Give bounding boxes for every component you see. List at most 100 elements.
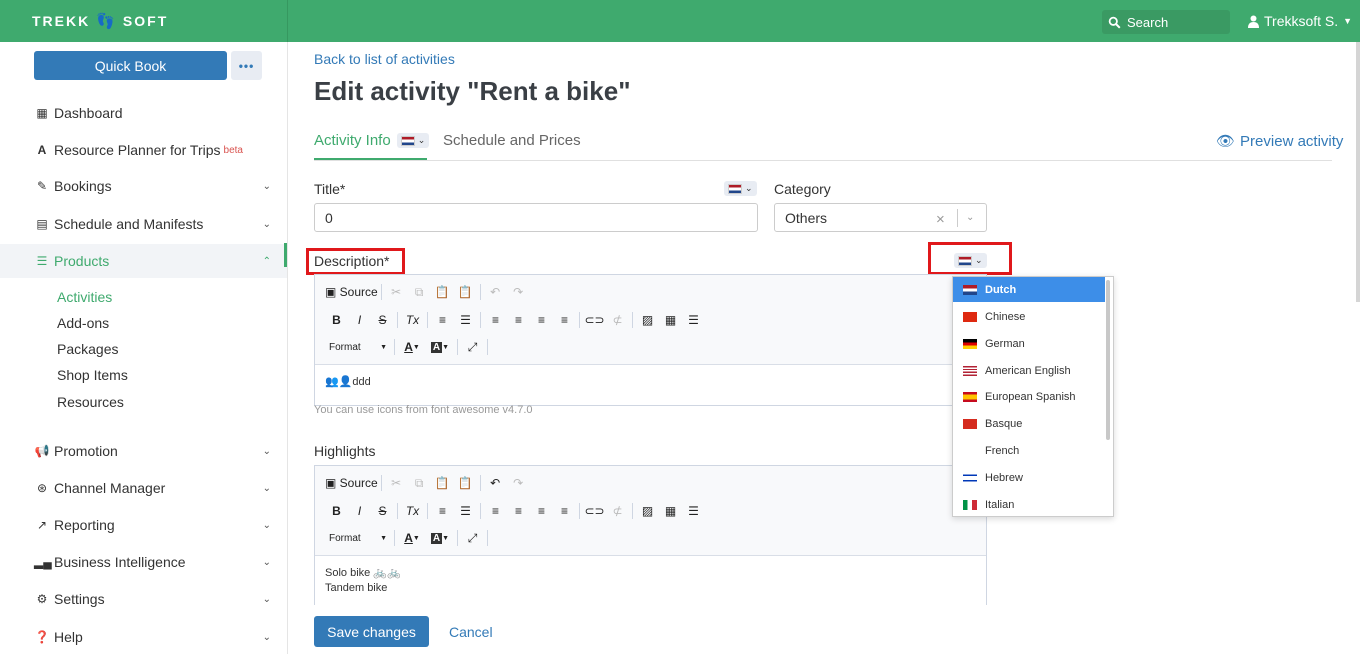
- justify-icon[interactable]: ≡: [553, 500, 576, 522]
- sidebar-subitem-activities[interactable]: Activities: [57, 289, 112, 305]
- cut-icon[interactable]: ✂: [385, 281, 408, 303]
- language-option-italian[interactable]: Italian: [953, 492, 1105, 516]
- sidebar-subitem-shop-items[interactable]: Shop Items: [57, 367, 128, 383]
- cancel-link[interactable]: Cancel: [449, 624, 493, 640]
- text-color-icon[interactable]: A ▼: [398, 336, 426, 358]
- remove-format-icon[interactable]: Tx: [401, 309, 424, 331]
- language-option-european-spanish[interactable]: European Spanish: [953, 384, 1105, 409]
- sidebar-subitem-addons[interactable]: Add-ons: [57, 315, 109, 331]
- remove-format-icon[interactable]: Tx: [401, 500, 424, 522]
- paste-text-icon[interactable]: 📋: [454, 472, 477, 494]
- align-right-icon[interactable]: ≡: [530, 500, 553, 522]
- table-icon[interactable]: ▦: [659, 309, 682, 331]
- background-color-icon[interactable]: A ▼: [426, 527, 454, 549]
- clear-icon[interactable]: ×: [936, 211, 945, 228]
- bulleted-list-icon[interactable]: ☰: [454, 500, 477, 522]
- strikethrough-icon[interactable]: S: [371, 500, 394, 522]
- tab-activity-info[interactable]: Activity Info ⌄: [314, 132, 430, 149]
- sidebar-item-promotion[interactable]: 📢 Promotion ⌄: [0, 434, 287, 468]
- sidebar-item-bookings[interactable]: ✎ Bookings ⌄: [0, 169, 287, 203]
- preview-activity-link[interactable]: 👁 Preview activity: [1216, 132, 1343, 151]
- language-option-hebrew[interactable]: Hebrew: [953, 465, 1105, 490]
- bar-chart-icon: ▂▄: [34, 555, 52, 569]
- language-option-american-english[interactable]: American English: [953, 358, 1105, 383]
- source-button[interactable]: ▣ Source: [325, 281, 378, 303]
- format-dropdown[interactable]: Format ▼: [325, 527, 391, 549]
- unlink-icon[interactable]: ⊄: [606, 500, 629, 522]
- redo-icon[interactable]: ↷: [507, 472, 530, 494]
- sidebar-item-resource-planner[interactable]: A Resource Planner for Trips beta: [0, 133, 287, 167]
- align-left-icon[interactable]: ≡: [484, 309, 507, 331]
- search-button[interactable]: Search: [1102, 10, 1230, 34]
- language-option-german[interactable]: German: [953, 331, 1105, 356]
- format-dropdown[interactable]: Format ▼: [325, 336, 391, 358]
- horizontal-line-icon[interactable]: ☰: [682, 309, 705, 331]
- bulleted-list-icon[interactable]: ☰: [454, 309, 477, 331]
- unlink-icon[interactable]: ⊄: [606, 309, 629, 331]
- link-icon[interactable]: ⊂⊃: [583, 500, 606, 522]
- language-option-basque[interactable]: Basque: [953, 411, 1105, 436]
- text-color-icon[interactable]: A ▼: [398, 527, 426, 549]
- page-scrollbar[interactable]: [1356, 42, 1360, 302]
- align-right-icon[interactable]: ≡: [530, 309, 553, 331]
- strikethrough-icon[interactable]: S: [371, 309, 394, 331]
- title-input[interactable]: 0: [314, 203, 758, 232]
- copy-icon[interactable]: ⧉: [408, 472, 431, 494]
- description-content[interactable]: 👥👤ddd: [315, 365, 986, 400]
- italic-icon[interactable]: I: [348, 309, 371, 331]
- source-button[interactable]: ▣ Source: [325, 472, 378, 494]
- numbered-list-icon[interactable]: ≡: [431, 500, 454, 522]
- italic-icon[interactable]: I: [348, 500, 371, 522]
- maximize-icon[interactable]: ⤢: [461, 336, 484, 358]
- bold-icon[interactable]: B: [325, 500, 348, 522]
- table-icon[interactable]: ▦: [659, 500, 682, 522]
- users-icon: 👥👤: [325, 376, 353, 388]
- language-option-chinese[interactable]: Chinese: [953, 304, 1105, 329]
- maximize-icon[interactable]: ⤢: [461, 527, 484, 549]
- link-icon[interactable]: ⊂⊃: [583, 309, 606, 331]
- tab-schedule-and-prices[interactable]: Schedule and Prices: [443, 132, 581, 149]
- dropdown-scrollbar[interactable]: [1106, 280, 1110, 440]
- image-icon[interactable]: ▨: [636, 309, 659, 331]
- sidebar-item-business-intelligence[interactable]: ▂▄ Business Intelligence ⌄: [0, 545, 287, 579]
- sidebar-item-reporting[interactable]: ↗ Reporting ⌄: [0, 508, 287, 542]
- logo[interactable]: TREKK 👣 SOFT: [32, 12, 168, 30]
- copy-icon[interactable]: ⧉: [408, 281, 431, 303]
- undo-icon[interactable]: ↶: [484, 281, 507, 303]
- back-to-list-link[interactable]: Back to list of activities: [314, 51, 455, 67]
- category-select[interactable]: Others: [774, 203, 987, 232]
- save-changes-button[interactable]: Save changes: [314, 616, 429, 647]
- bold-icon[interactable]: B: [325, 309, 348, 331]
- sidebar-item-products[interactable]: ☰ Products ⌃: [0, 244, 287, 278]
- align-center-icon[interactable]: ≡: [507, 309, 530, 331]
- quick-book-button[interactable]: Quick Book: [34, 51, 227, 80]
- language-selector[interactable]: ⌄: [396, 133, 430, 148]
- image-icon[interactable]: ▨: [636, 500, 659, 522]
- cut-icon[interactable]: ✂: [385, 472, 408, 494]
- language-option-dutch[interactable]: Dutch: [953, 277, 1105, 302]
- more-options-button[interactable]: •••: [231, 51, 262, 80]
- sidebar-item-schedule[interactable]: ▤ Schedule and Manifests ⌄: [0, 207, 287, 241]
- sidebar-item-channel-manager[interactable]: ⊛ Channel Manager ⌄: [0, 471, 287, 505]
- paste-icon[interactable]: 📋: [431, 472, 454, 494]
- sidebar-subitem-packages[interactable]: Packages: [57, 341, 118, 357]
- sidebar-subitem-resources[interactable]: Resources: [57, 394, 124, 410]
- horizontal-line-icon[interactable]: ☰: [682, 500, 705, 522]
- paste-text-icon[interactable]: 📋: [454, 281, 477, 303]
- justify-icon[interactable]: ≡: [553, 309, 576, 331]
- title-language-selector[interactable]: ⌄: [724, 181, 757, 196]
- language-option-french[interactable]: French: [953, 438, 1105, 463]
- sidebar-item-help[interactable]: ❓ Help ⌄: [0, 620, 287, 654]
- highlights-content[interactable]: Solo bike 🚲🚲 Tandem bike: [315, 556, 986, 606]
- align-left-icon[interactable]: ≡: [484, 500, 507, 522]
- sidebar-item-settings[interactable]: ⚙ Settings ⌄: [0, 582, 287, 616]
- numbered-list-icon[interactable]: ≡: [431, 309, 454, 331]
- user-menu[interactable]: Trekksoft S. ▼: [1248, 13, 1352, 29]
- chevron-down-icon[interactable]: ⌄: [966, 212, 974, 223]
- align-center-icon[interactable]: ≡: [507, 500, 530, 522]
- redo-icon[interactable]: ↷: [507, 281, 530, 303]
- paste-icon[interactable]: 📋: [431, 281, 454, 303]
- undo-icon[interactable]: ↶: [484, 472, 507, 494]
- background-color-icon[interactable]: A ▼: [426, 336, 454, 358]
- sidebar-item-dashboard[interactable]: ▦ Dashboard: [0, 96, 287, 130]
